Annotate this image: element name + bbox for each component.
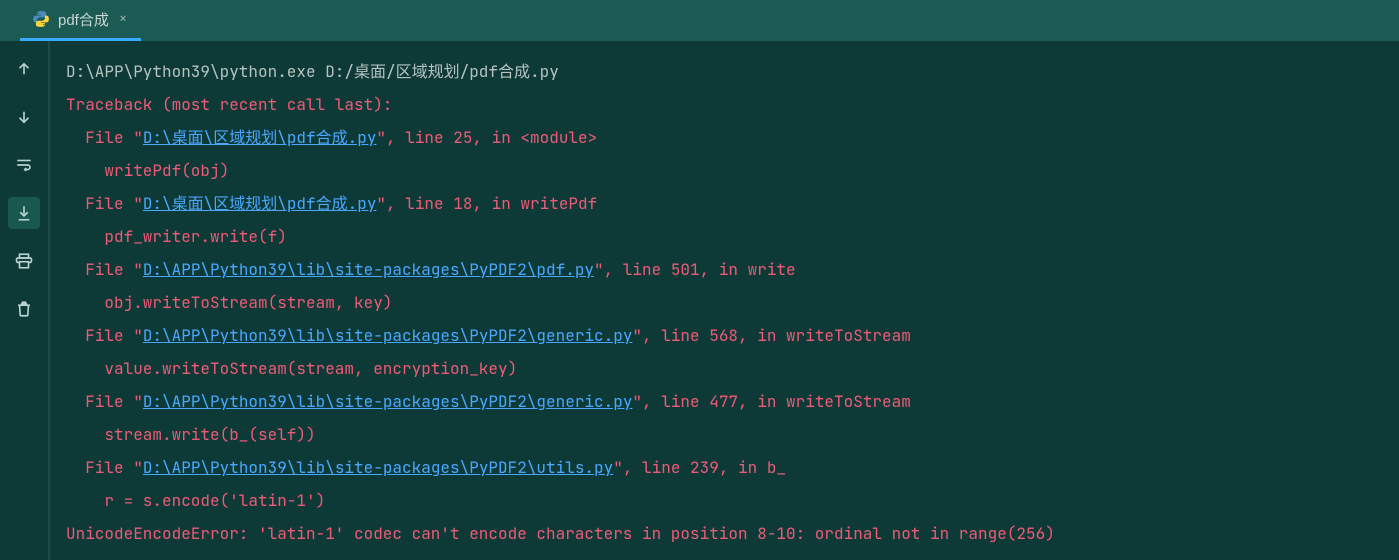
frame-prefix: File " <box>66 259 143 280</box>
frame-code: stream.write(b_(self)) <box>66 418 1399 451</box>
frame-code: pdf_writer.write(f) <box>66 220 1399 253</box>
down-arrow-icon[interactable] <box>8 101 40 133</box>
traceback-frame-file: File "D:\APP\Python39\lib\site-packages\… <box>66 253 1399 286</box>
close-icon[interactable]: × <box>117 10 129 28</box>
traceback-frame-file: File "D:\桌面\区域规划\pdf合成.py", line 18, in … <box>66 187 1399 220</box>
frame-path-link[interactable]: D:\桌面\区域规划\pdf合成.py <box>143 127 377 148</box>
frame-suffix: ", line 25, in <module> <box>376 127 597 148</box>
ide-run-tool-window: pdf合成 × D:\APP\Python3 <box>0 0 1399 560</box>
frame-suffix: ", line 501, in write <box>594 259 796 280</box>
console-output[interactable]: D:\APP\Python39\python.exe D:/桌面/区域规划/pd… <box>48 41 1399 560</box>
frame-path-link[interactable]: D:\APP\Python39\lib\site-packages\PyPDF2… <box>143 259 594 280</box>
frame-code: writePdf(obj) <box>66 154 1399 187</box>
tab-pdf合成[interactable]: pdf合成 × <box>20 0 141 41</box>
frame-suffix: ", line 477, in writeToStream <box>632 391 910 412</box>
frame-prefix: File " <box>66 391 143 412</box>
scroll-to-end-icon[interactable] <box>8 197 40 229</box>
traceback-frame-file: File "D:\APP\Python39\lib\site-packages\… <box>66 319 1399 352</box>
frame-code: obj.writeToStream(stream, key) <box>66 286 1399 319</box>
frame-path-link[interactable]: D:\APP\Python39\lib\site-packages\PyPDF2… <box>143 325 633 346</box>
up-arrow-icon[interactable] <box>8 53 40 85</box>
frame-path-link[interactable]: D:\APP\Python39\lib\site-packages\PyPDF2… <box>143 457 613 478</box>
traceback-frame-file: File "D:\APP\Python39\lib\site-packages\… <box>66 451 1399 484</box>
soft-wrap-icon[interactable] <box>8 149 40 181</box>
run-toolbar <box>0 41 48 560</box>
frame-suffix: ", line 568, in writeToStream <box>632 325 910 346</box>
frame-path-link[interactable]: D:\桌面\区域规划\pdf合成.py <box>143 193 377 214</box>
tab-bar: pdf合成 × <box>0 0 1399 41</box>
frame-suffix: ", line 239, in b_ <box>613 457 786 478</box>
python-file-icon <box>32 10 50 28</box>
main-area: D:\APP\Python39\python.exe D:/桌面/区域规划/pd… <box>0 41 1399 560</box>
frame-suffix: ", line 18, in writePdf <box>376 193 597 214</box>
traceback-frame-file: File "D:\桌面\区域规划\pdf合成.py", line 25, in … <box>66 121 1399 154</box>
print-icon[interactable] <box>8 245 40 277</box>
traceback-header: Traceback (most recent call last): <box>66 88 1399 121</box>
frame-prefix: File " <box>66 193 143 214</box>
frame-prefix: File " <box>66 127 143 148</box>
frame-code: r = s.encode('latin-1') <box>66 484 1399 517</box>
frame-prefix: File " <box>66 457 143 478</box>
command-line: D:\APP\Python39\python.exe D:/桌面/区域规划/pd… <box>66 55 1399 88</box>
frame-path-link[interactable]: D:\APP\Python39\lib\site-packages\PyPDF2… <box>143 391 633 412</box>
tab-label: pdf合成 <box>58 9 109 30</box>
frame-prefix: File " <box>66 325 143 346</box>
error-message: UnicodeEncodeError: 'latin-1' codec can'… <box>66 517 1399 550</box>
trash-icon[interactable] <box>8 293 40 325</box>
frame-code: value.writeToStream(stream, encryption_k… <box>66 352 1399 385</box>
traceback-frame-file: File "D:\APP\Python39\lib\site-packages\… <box>66 385 1399 418</box>
